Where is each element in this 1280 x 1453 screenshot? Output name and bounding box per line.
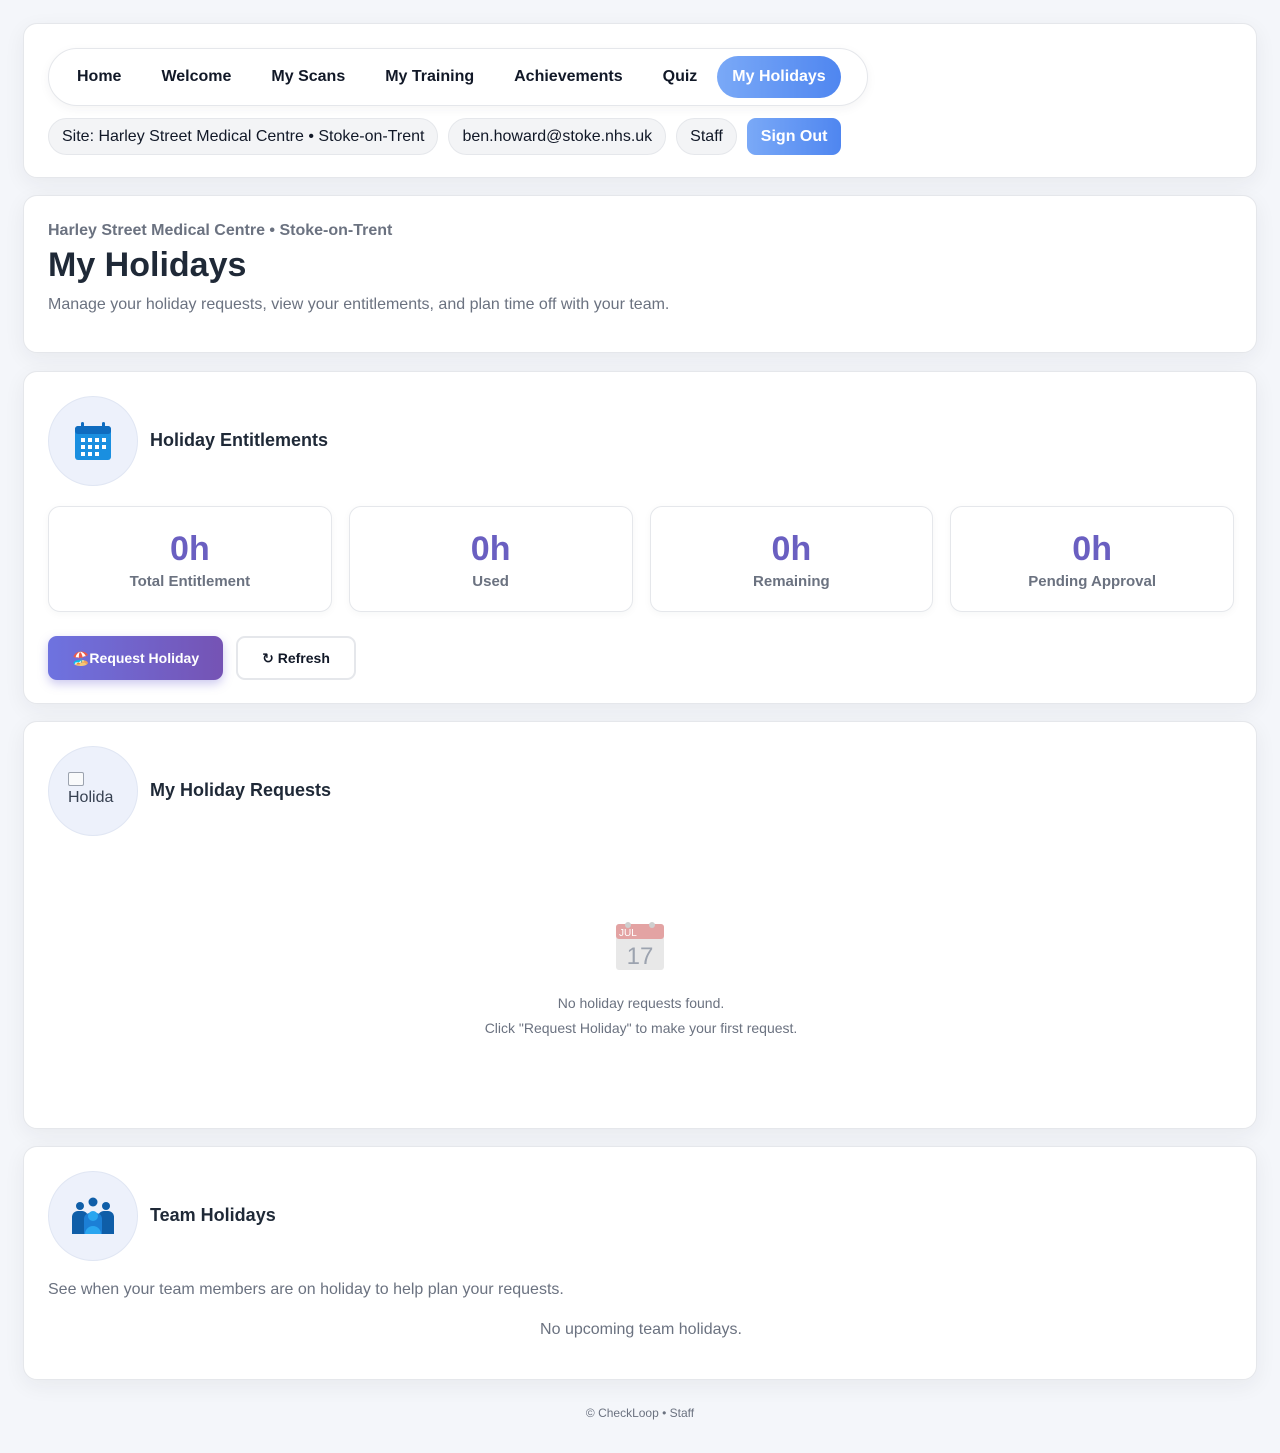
- refresh-button[interactable]: ↻ Refresh: [236, 636, 356, 680]
- svg-text:JUL: JUL: [619, 928, 637, 939]
- stat-label: Total Entitlement: [129, 573, 251, 590]
- image-alt-text: Holida: [68, 789, 114, 806]
- stat-label: Remaining: [753, 573, 830, 590]
- stat-value: 0h: [170, 530, 210, 568]
- team-holidays-description: See when your team members are on holida…: [48, 1281, 564, 1298]
- page-header-card: Harley Street Medical Centre • Stoke-on-…: [23, 195, 1257, 353]
- stat-total-entitlement: 0h Total Entitlement: [48, 506, 332, 612]
- page-description: Manage your holiday requests, view your …: [48, 296, 670, 313]
- session-bar: Site: Harley Street Medical Centre • Sto…: [48, 118, 842, 155]
- calendar-icon: [48, 396, 138, 486]
- entitlement-actions: 🏖️Request Holiday ↻ Refresh: [48, 636, 356, 680]
- broken-image-icon: Holida: [68, 771, 118, 807]
- nav-welcome[interactable]: Welcome: [141, 56, 251, 98]
- site-chip: Site: Harley Street Medical Centre • Sto…: [48, 118, 439, 155]
- stat-used: 0h Used: [348, 506, 633, 612]
- team-empty-state: No upcoming team holidays.: [540, 1321, 742, 1338]
- svg-text:17: 17: [627, 943, 654, 970]
- entitlements-card: Holiday Entitlements 0h Total Entitlemen…: [23, 371, 1257, 704]
- team-holidays-card: Team Holidays See when your team members…: [23, 1146, 1257, 1380]
- calendar-17-icon: JUL 17: [614, 920, 666, 972]
- team-icon: [48, 1171, 138, 1261]
- page-title: My Holidays: [48, 246, 247, 284]
- email-chip: ben.howard@stoke.nhs.uk: [448, 118, 667, 155]
- nav-home[interactable]: Home: [57, 56, 141, 98]
- nav-achievements[interactable]: Achievements: [494, 56, 643, 98]
- stat-remaining: 0h Remaining: [649, 506, 934, 612]
- holiday-requests-title: My Holiday Requests: [150, 780, 332, 800]
- nav-my-holidays[interactable]: My Holidays: [717, 56, 841, 98]
- stat-label: Used: [472, 573, 509, 590]
- team-holidays-title: Team Holidays: [150, 1205, 276, 1225]
- stat-label: Pending Approval: [1028, 573, 1157, 590]
- nav-my-scans[interactable]: My Scans: [251, 56, 365, 98]
- stat-pending-approval: 0h Pending Approval: [950, 506, 1234, 612]
- stat-value: 0h: [470, 530, 511, 568]
- nav-my-training[interactable]: My Training: [365, 56, 494, 98]
- entitlements-title: Holiday Entitlements: [150, 430, 329, 450]
- entitlement-stats: 0h Total Entitlement 0h Used 0h Remainin…: [48, 506, 1234, 612]
- holiday-requests-icon: Holida: [48, 746, 138, 836]
- nav-quiz[interactable]: Quiz: [643, 56, 718, 98]
- sign-out-button[interactable]: Sign Out: [746, 118, 842, 155]
- stat-value: 0h: [1072, 530, 1112, 568]
- empty-state-hint: Click "Request Holiday" to make your fir…: [484, 1020, 798, 1036]
- empty-state-message: No holiday requests found.: [557, 995, 725, 1011]
- top-nav-card: Home Welcome My Scans My Training Achiev…: [23, 23, 1257, 178]
- stat-value: 0h: [771, 530, 812, 568]
- holiday-requests-card: Holida My Holiday Requests JUL 17 No hol…: [23, 721, 1257, 1129]
- main-nav: Home Welcome My Scans My Training Achiev…: [48, 48, 868, 106]
- request-holiday-button[interactable]: 🏖️Request Holiday: [48, 636, 224, 680]
- role-chip: Staff: [676, 118, 737, 155]
- site-subtitle: Harley Street Medical Centre • Stoke-on-…: [48, 222, 393, 239]
- footer: © CheckLoop • Staff: [585, 1406, 695, 1420]
